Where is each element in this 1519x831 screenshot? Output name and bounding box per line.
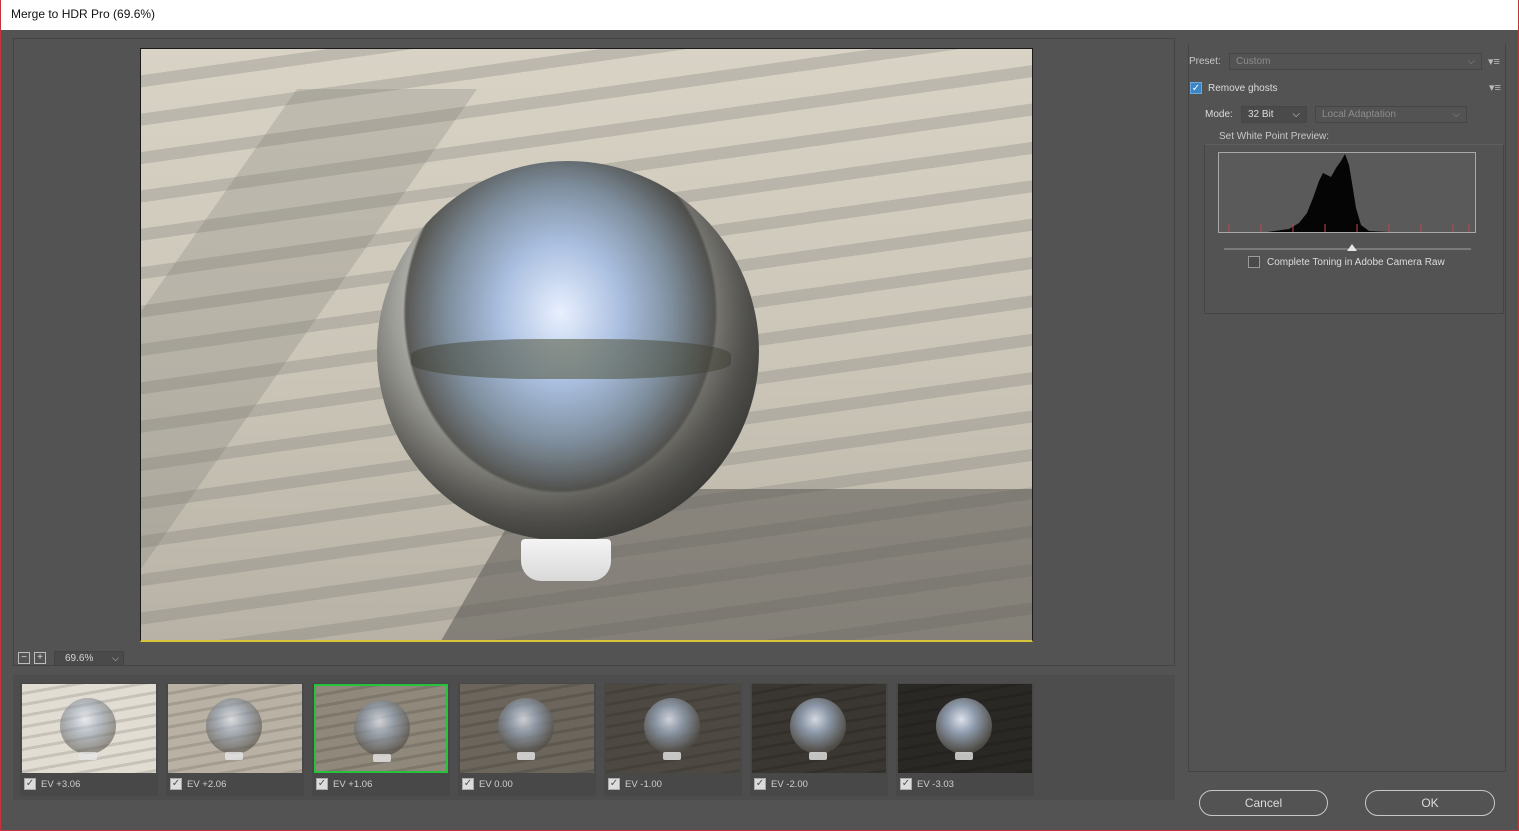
sphere-thumbnail <box>498 698 554 754</box>
zoom-level-value: 69.6% <box>65 652 94 664</box>
cancel-button[interactable]: Cancel <box>1199 790 1328 816</box>
preset-select[interactable]: Custom ⌵ <box>1229 53 1482 70</box>
remove-ghosts-checkbox[interactable]: ✓ <box>1190 82 1202 94</box>
mode-value: 32 Bit <box>1248 109 1274 120</box>
zoom-in-button[interactable]: + <box>34 652 46 664</box>
complete-toning-label: Complete Toning in Adobe Camera Raw <box>1267 256 1445 268</box>
thumbnail-image <box>752 684 886 773</box>
thumbnail-image <box>314 684 448 773</box>
preset-label: Preset: <box>1189 56 1221 67</box>
histogram <box>1218 152 1476 233</box>
mode-label: Mode: <box>1205 109 1233 120</box>
source-thumbnail-selected[interactable]: ✓ EV +1.06 <box>312 683 450 796</box>
source-thumbnail[interactable]: ✓ EV -1.00 <box>604 683 742 796</box>
merge-to-hdr-dialog: − + 69.6% ⌵ ✓ EV +3.06 ✓ EV +2.06 ✓ EV +1.0… <box>0 30 1519 831</box>
thumbnail-image <box>22 684 156 773</box>
source-images-filmstrip: ✓ EV +3.06 ✓ EV +2.06 ✓ EV +1.06 ✓ EV 0.00 ✓… <box>13 675 1175 800</box>
sphere-thumbnail <box>790 698 846 754</box>
ev-label: EV +3.06 <box>41 778 81 790</box>
sphere-thumbnail <box>60 698 116 754</box>
include-checkbox[interactable]: ✓ <box>608 778 620 790</box>
stand-thumbnail <box>809 752 827 760</box>
complete-toning-checkbox[interactable] <box>1248 256 1260 268</box>
chevron-down-icon: ⌵ <box>1467 56 1475 67</box>
include-checkbox[interactable]: ✓ <box>24 778 36 790</box>
thumbnail-image <box>898 684 1032 773</box>
remove-ghosts-row: ✓ Remove ghosts <box>1190 82 1277 94</box>
zoom-level-select[interactable]: 69.6% ⌵ <box>54 650 124 666</box>
chevron-down-icon: ⌵ <box>112 652 119 663</box>
stand-thumbnail <box>373 754 391 762</box>
include-checkbox[interactable]: ✓ <box>754 778 766 790</box>
ev-label: EV +1.06 <box>333 778 373 790</box>
ev-label: EV -2.00 <box>771 778 808 790</box>
remove-ghosts-label: Remove ghosts <box>1208 82 1278 94</box>
sphere-thumbnail <box>206 698 262 754</box>
source-thumbnail[interactable]: ✓ EV +3.06 <box>20 683 158 796</box>
window-title: Merge to HDR Pro (69.6%) <box>11 7 156 21</box>
preview-panel <box>13 38 1175 666</box>
preset-value: Custom <box>1236 56 1271 67</box>
hdr-preview-image <box>140 48 1033 642</box>
chevron-down-icon: ⌵ <box>1452 109 1460 120</box>
source-thumbnail[interactable]: ✓ EV -2.00 <box>750 683 888 796</box>
include-checkbox[interactable]: ✓ <box>462 778 474 790</box>
complete-toning-row: Complete Toning in Adobe Camera Raw <box>1248 256 1445 268</box>
stand-thumbnail <box>517 752 535 760</box>
mode-select[interactable]: 32 Bit ⌵ <box>1241 106 1307 123</box>
sphere-thumbnail <box>354 700 410 756</box>
tone-method-value: Local Adaptation <box>1322 109 1396 120</box>
stand-thumbnail <box>79 752 97 760</box>
source-thumbnail[interactable]: ✓ EV -3.03 <box>896 683 1034 796</box>
tone-method-select[interactable]: Local Adaptation ⌵ <box>1315 106 1467 123</box>
title-bar: Merge to HDR Pro (69.6%) <box>0 0 1519 30</box>
stand-thumbnail <box>663 752 681 760</box>
histogram-graph <box>1228 154 1470 232</box>
white-point-label: Set White Point Preview: <box>1219 131 1330 142</box>
source-thumbnail[interactable]: ✓ EV 0.00 <box>458 683 596 796</box>
include-checkbox[interactable]: ✓ <box>316 778 328 790</box>
sphere-stand <box>521 539 611 581</box>
stand-thumbnail <box>955 752 973 760</box>
zoom-controls: − + 69.6% ⌵ <box>13 650 124 666</box>
sphere-reflection <box>411 339 731 379</box>
mode-row: Mode: 32 Bit ⌵ Local Adaptation ⌵ <box>1205 106 1467 123</box>
sphere-thumbnail <box>936 698 992 754</box>
white-point-slider-thumb[interactable] <box>1347 244 1358 251</box>
thumbnail-image <box>460 684 594 773</box>
chevron-down-icon: ⌵ <box>1292 109 1300 120</box>
preset-menu-icon[interactable]: ▾≡ <box>1488 55 1500 68</box>
ev-label: EV -3.03 <box>917 778 954 790</box>
stand-thumbnail <box>225 752 243 760</box>
preset-row: Preset: Custom ⌵ ▾≡ <box>1189 53 1500 70</box>
ev-label: EV -1.00 <box>625 778 662 790</box>
options-menu-icon[interactable]: ▾≡ <box>1489 81 1501 94</box>
ok-button[interactable]: OK <box>1365 790 1495 816</box>
include-checkbox[interactable]: ✓ <box>900 778 912 790</box>
include-checkbox[interactable]: ✓ <box>170 778 182 790</box>
zoom-out-button[interactable]: − <box>18 652 30 664</box>
thumbnail-image <box>168 684 302 773</box>
source-thumbnail[interactable]: ✓ EV +2.06 <box>166 683 304 796</box>
ev-label: EV 0.00 <box>479 778 513 790</box>
thumbnail-image <box>606 684 740 773</box>
ev-label: EV +2.06 <box>187 778 227 790</box>
sphere-thumbnail <box>644 698 700 754</box>
